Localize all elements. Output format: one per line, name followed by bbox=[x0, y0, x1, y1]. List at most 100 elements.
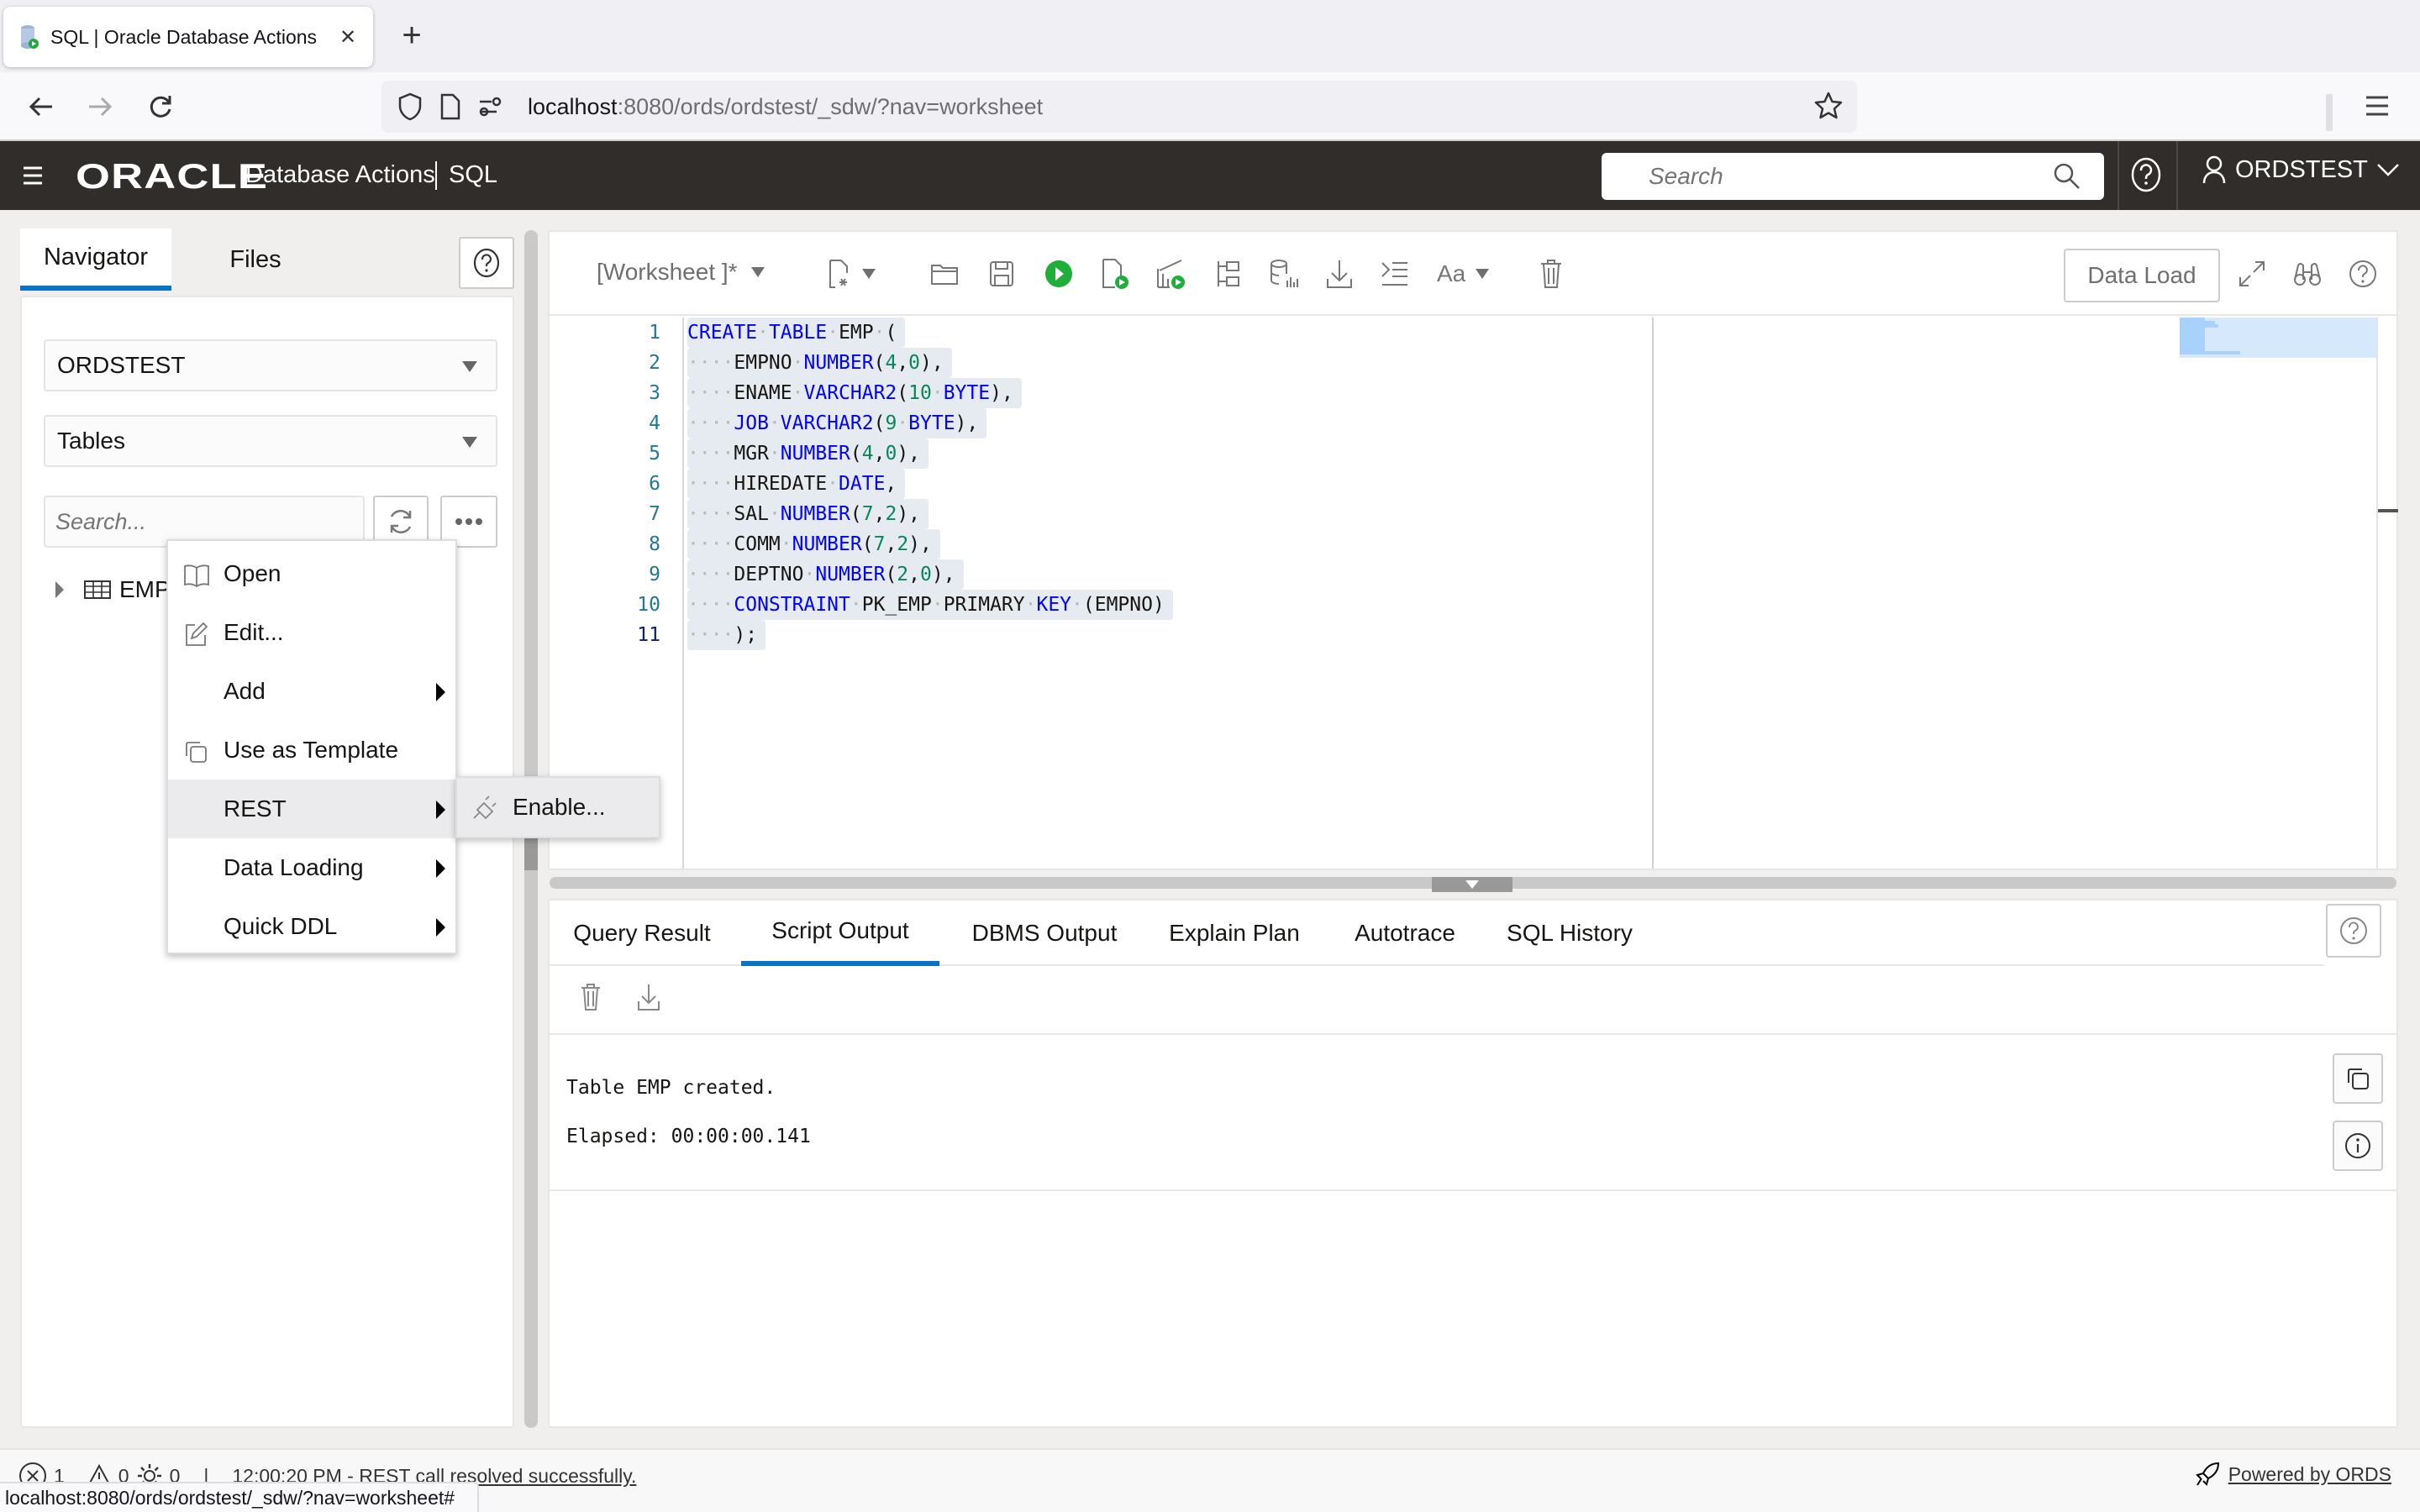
caret-down-icon bbox=[462, 437, 477, 448]
code-line[interactable]: ····ENAME·VARCHAR2(10·BYTE), bbox=[687, 378, 1022, 408]
extensions-handle[interactable] bbox=[2326, 94, 2333, 131]
clear-button[interactable] bbox=[1533, 255, 1570, 292]
navigator-help-button[interactable] bbox=[459, 237, 514, 289]
code-line[interactable]: ····COMM·NUMBER(7,2), bbox=[687, 529, 940, 559]
powered-by-ords-link[interactable]: Powered by ORDS bbox=[2195, 1462, 2391, 1487]
tree-node-emp[interactable]: EMP bbox=[55, 576, 171, 603]
user-menu[interactable]: ORDSTEST bbox=[2202, 155, 2400, 185]
code-token: ), bbox=[955, 412, 979, 434]
help-icon[interactable] bbox=[2129, 156, 2163, 193]
menu-item-rest-enable[interactable]: Enable... bbox=[455, 776, 660, 838]
code-line[interactable]: ····CONSTRAINT·PK_EMP·PRIMARY·KEY·(EMPNO… bbox=[687, 590, 1173, 620]
menu-item-rest[interactable]: REST bbox=[168, 780, 455, 838]
autotrace-button[interactable] bbox=[1265, 255, 1302, 292]
search-icon[interactable] bbox=[2052, 161, 2082, 192]
object-type-select[interactable]: Tables bbox=[44, 415, 497, 467]
tab-explain-plan[interactable]: Explain Plan bbox=[1148, 900, 1321, 966]
close-tab-icon[interactable]: ✕ bbox=[338, 25, 358, 50]
code-token: KEY bbox=[1036, 594, 1072, 616]
back-arrow-icon[interactable] bbox=[22, 87, 60, 126]
code-line[interactable]: ····DEPTNO·NUMBER(2,0), bbox=[687, 559, 964, 590]
code-token: · bbox=[768, 443, 781, 465]
menu-item-add[interactable]: Add bbox=[168, 662, 455, 721]
code-line[interactable]: CREATE·TABLE·EMP·( bbox=[687, 318, 906, 348]
save-button[interactable] bbox=[983, 255, 1020, 292]
tab-navigator[interactable]: Navigator bbox=[20, 228, 171, 291]
copy-output-button[interactable] bbox=[2333, 1053, 2383, 1104]
code-token: ( bbox=[873, 412, 886, 434]
code-line[interactable]: ····JOB·VARCHAR2(9·BYTE), bbox=[687, 408, 987, 438]
book-open-icon bbox=[183, 563, 209, 588]
worksheet-select[interactable]: [Worksheet ]* bbox=[597, 259, 765, 286]
expand-button[interactable] bbox=[2233, 255, 2270, 292]
vertical-splitter-handle[interactable] bbox=[524, 835, 538, 870]
code-token: CREATE bbox=[687, 322, 758, 344]
caret-down-icon bbox=[1476, 269, 1490, 279]
download-output-button[interactable] bbox=[637, 983, 660, 1011]
url-bar[interactable]: localhost:8080/ords/ordstest/_sdw/?nav=w… bbox=[381, 81, 1857, 133]
menu-item-use-as-template[interactable]: Use as Template bbox=[168, 721, 455, 780]
font-case-button[interactable]: Aa bbox=[1437, 255, 1504, 292]
menu-item-open[interactable]: Open bbox=[168, 544, 455, 603]
menu-item-quick-ddl[interactable]: Quick DDL bbox=[168, 897, 455, 956]
editor-help-button[interactable] bbox=[2344, 255, 2381, 292]
tab-autotrace[interactable]: Autotrace bbox=[1336, 900, 1474, 966]
expand-triangle-icon[interactable] bbox=[55, 581, 64, 598]
hamburger-menu-icon[interactable] bbox=[22, 165, 44, 186]
code-line[interactable]: ····EMPNO·NUMBER(4,0), bbox=[687, 348, 952, 378]
tab-sql-history[interactable]: SQL History bbox=[1487, 900, 1652, 966]
code-line[interactable]: ····SAL·NUMBER(7,2), bbox=[687, 499, 929, 529]
collapse-output-handle[interactable] bbox=[1432, 877, 1512, 892]
code-token: , bbox=[873, 443, 886, 465]
schema-select[interactable]: ORDSTEST bbox=[44, 339, 497, 391]
new-tab-button[interactable]: + bbox=[395, 17, 429, 55]
save-icon bbox=[990, 261, 1013, 286]
code-token: ···· bbox=[687, 564, 734, 585]
code-token: BYTE bbox=[943, 382, 991, 404]
tab-dbms-output[interactable]: DBMS Output bbox=[956, 900, 1133, 966]
run-statement-button[interactable] bbox=[1040, 255, 1077, 292]
url-text[interactable]: localhost:8080/ords/ordstest/_sdw/?nav=w… bbox=[528, 94, 1043, 120]
download-button[interactable] bbox=[1321, 255, 1358, 292]
browser-tab[interactable]: SQL | Oracle Database Actions ✕ bbox=[3, 7, 373, 67]
run-script-button[interactable] bbox=[1097, 255, 1134, 292]
shield-icon[interactable] bbox=[395, 92, 425, 122]
new-worksheet-button[interactable] bbox=[829, 255, 896, 292]
oracle-logo[interactable]: ORACLE bbox=[76, 156, 268, 197]
tab-script-output[interactable]: Script Output bbox=[741, 900, 939, 966]
code-token: ), bbox=[920, 352, 944, 374]
global-search[interactable] bbox=[1602, 153, 2104, 200]
data-load-button[interactable]: Data Load bbox=[2064, 249, 2220, 302]
explain-plan-run-button[interactable] bbox=[1153, 255, 1190, 292]
menu-item-edit[interactable]: Edit... bbox=[168, 603, 455, 662]
permissions-icon[interactable] bbox=[476, 92, 506, 122]
open-button[interactable] bbox=[926, 255, 963, 292]
menu-item-data-loading[interactable]: Data Loading bbox=[168, 838, 455, 897]
code-line[interactable]: ····HIREDATE·DATE, bbox=[687, 469, 906, 499]
info-button[interactable] bbox=[2333, 1121, 2383, 1171]
browser-menu-icon[interactable] bbox=[2365, 94, 2390, 118]
find-button[interactable] bbox=[2289, 255, 2326, 292]
minimap-edge bbox=[2376, 318, 2378, 869]
code-line[interactable]: ····MGR·NUMBER(4,0), bbox=[687, 438, 929, 469]
editor-toolbar: [Worksheet ]* Aa Data Load bbox=[550, 232, 2396, 316]
page-icon[interactable] bbox=[435, 92, 466, 122]
tab-query-result[interactable]: Query Result bbox=[560, 900, 724, 966]
code-token: · bbox=[827, 322, 839, 344]
output-help-button[interactable] bbox=[2326, 904, 2381, 958]
code-token: · bbox=[931, 594, 944, 616]
explain-plan-icon bbox=[1218, 261, 1239, 286]
reload-icon[interactable] bbox=[141, 87, 180, 126]
explain-plan-button[interactable] bbox=[1210, 255, 1247, 292]
forward-arrow-icon[interactable] bbox=[81, 87, 119, 126]
format-button[interactable] bbox=[1376, 255, 1413, 292]
code-token: HIREDATE bbox=[734, 473, 828, 495]
bookmark-star-icon[interactable] bbox=[1813, 91, 1844, 121]
code-line[interactable]: ····); bbox=[687, 620, 766, 650]
clear-output-button[interactable] bbox=[580, 983, 602, 1011]
line-number: 1 bbox=[649, 322, 660, 344]
output-line: Elapsed: 00:00:00.141 bbox=[566, 1126, 811, 1147]
sql-code-editor[interactable]: CREATE·TABLE·EMP·(····EMPNO·NUMBER(4,0),… bbox=[682, 318, 1652, 869]
global-search-input[interactable] bbox=[1649, 163, 2035, 190]
tab-files[interactable]: Files bbox=[188, 228, 323, 291]
